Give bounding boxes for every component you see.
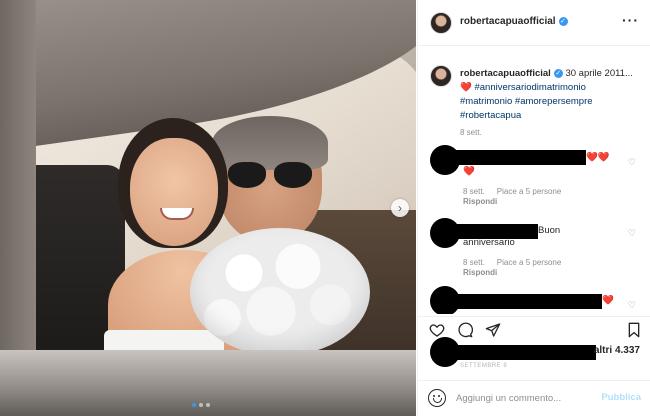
post-header: robertacapuaofficial ✓ ··· xyxy=(418,0,650,46)
comment-text: Buon xyxy=(538,225,561,236)
caption-body: 30 aprile 2011... xyxy=(565,68,633,79)
comment-time[interactable]: 8 sett. xyxy=(463,258,485,267)
post-photo[interactable]: › xyxy=(0,0,416,416)
comment-emoji: ❤️❤️ xyxy=(586,152,610,163)
username-text[interactable]: robertacapuaofficial xyxy=(460,16,556,27)
comment-time[interactable]: 8 sett. xyxy=(463,187,485,196)
comment-like-icon[interactable]: ♡ xyxy=(628,228,636,239)
comment-emoji: ❤️ xyxy=(602,295,614,306)
flower-bouquet xyxy=(190,228,370,356)
hashtag-link[interactable]: #anniversariodimatrimonio xyxy=(474,82,585,93)
add-comment-bar: Pubblica xyxy=(418,380,650,416)
likes-summary: altri 4.337 SETTEMBRE 8 xyxy=(430,337,642,371)
carousel-dots xyxy=(192,403,210,407)
sunglasses xyxy=(228,162,314,190)
redacted-text xyxy=(452,294,602,309)
carousel-dot xyxy=(199,403,203,407)
verified-icon: ✓ xyxy=(558,17,568,26)
reply-button[interactable]: Rispondi xyxy=(463,268,497,277)
heart-emoji: ❤️ xyxy=(460,82,472,93)
caption-timestamp[interactable]: 8 sett. xyxy=(460,128,482,137)
hashtag-link[interactable]: #robertacapua xyxy=(460,110,521,121)
redacted-text xyxy=(452,345,596,360)
caption-text: robertacapuaofficial ✓ 30 aprile 2011... … xyxy=(460,67,642,123)
comment-likes[interactable]: Piace a 5 persone xyxy=(497,187,562,196)
carousel-dot xyxy=(206,403,210,407)
comment-text: anniversario xyxy=(463,237,515,248)
hashtag-link[interactable]: #matrimonio xyxy=(460,96,512,107)
reply-button[interactable]: Rispondi xyxy=(463,197,497,206)
post-date: SETTEMBRE 8 xyxy=(460,363,508,369)
caption-username[interactable]: robertacapuaofficial xyxy=(460,68,551,79)
bride-face xyxy=(130,138,218,246)
comment-emoji: ❤️ xyxy=(463,166,475,177)
avatar[interactable] xyxy=(430,65,452,87)
avatar[interactable] xyxy=(430,12,452,34)
comment-meta: 8 sett. Piace a 5 persone xyxy=(463,187,561,196)
comment-meta: 8 sett. Piace a 5 persone xyxy=(463,258,561,267)
comment-like-icon[interactable]: ♡ xyxy=(628,157,636,168)
carousel-dot-active xyxy=(192,403,196,407)
post-sidebar: robertacapuaofficial ✓ ··· robertacapuaof… xyxy=(417,0,650,416)
redacted-text xyxy=(452,150,586,165)
more-options-icon[interactable]: ··· xyxy=(622,12,639,28)
emoji-icon[interactable] xyxy=(428,389,446,407)
publish-button[interactable]: Pubblica xyxy=(601,392,641,403)
header-username[interactable]: robertacapuaofficial ✓ xyxy=(460,16,568,27)
likes-count[interactable]: altri 4.337 xyxy=(594,345,640,356)
comment-input[interactable] xyxy=(456,390,586,406)
comment-like-icon[interactable]: ♡ xyxy=(628,300,636,311)
comment-likes[interactable]: Piace a 5 persone xyxy=(497,258,562,267)
comment-item: ❤️ ♡ xyxy=(430,286,642,314)
next-slide-button[interactable]: › xyxy=(391,199,409,217)
verified-icon: ✓ xyxy=(553,69,563,78)
hashtag-link[interactable]: #amorepersempre xyxy=(515,96,593,107)
